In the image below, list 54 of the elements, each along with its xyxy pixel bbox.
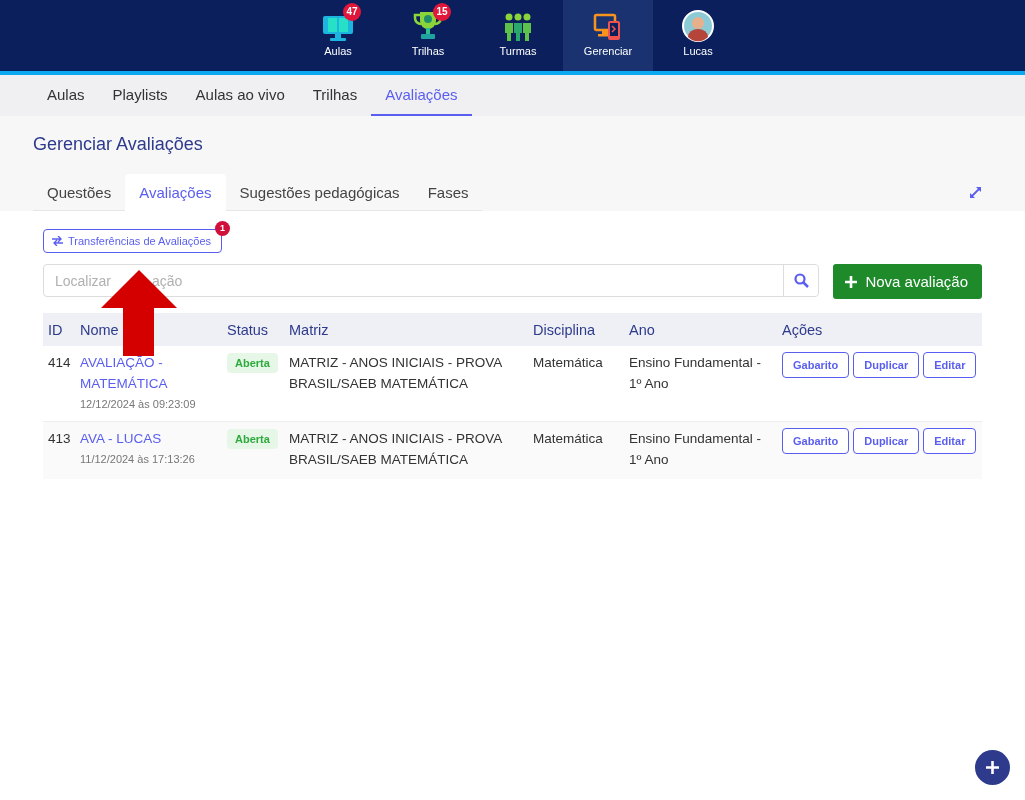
column-header: Matriz — [284, 313, 528, 346]
nav-tab[interactable]: Aulas ao vivo — [181, 75, 299, 116]
new-evaluation-button[interactable]: Nova avaliação — [833, 264, 982, 299]
column-header: ID — [43, 313, 75, 346]
nav-tab[interactable]: Aulas — [33, 75, 99, 116]
created-date: 12/12/2024 às 09:23:09 — [80, 397, 197, 412]
placeholder-text: Localizar — [55, 272, 112, 289]
placeholder-text: ação — [152, 272, 183, 289]
tab[interactable]: Avaliações — [125, 174, 226, 211]
nav-item[interactable]: Gerenciar — [563, 0, 653, 71]
swap-icon — [52, 236, 63, 246]
column-header: Ações — [777, 313, 982, 346]
nav-tab[interactable]: Trilhas — [298, 75, 372, 116]
action-button[interactable]: Gabarito — [782, 428, 850, 454]
subject-cell: Matemática — [528, 346, 624, 422]
action-button[interactable]: Editar — [923, 428, 977, 454]
subject-cell: Matemática — [528, 421, 624, 479]
nav-item[interactable]: Turmas — [473, 0, 563, 71]
action-button[interactable]: Duplicar — [853, 428, 920, 454]
count-badge: 15 — [433, 3, 451, 21]
grade-cell: Ensino Fundamental - 1º Ano — [624, 421, 777, 479]
matrix-cell: MATRIZ - ANOS INICIAIS - PROVA BRASIL/SAEB MATEMÁTICA — [284, 346, 528, 422]
evaluation-link[interactable]: AVA - LUCAS — [80, 428, 217, 449]
grade-cell: Ensino Fundamental - 1º Ano — [624, 346, 777, 422]
tab[interactable]: Sugestões pedagógicas — [225, 174, 414, 211]
count-badge: 47 — [343, 3, 361, 21]
nav-item[interactable]: Trilhas 15 — [383, 0, 473, 71]
action-button[interactable]: Gabarito — [782, 352, 850, 378]
avatar-icon — [682, 10, 714, 42]
column-header: Ano — [624, 313, 777, 346]
count-badge: 1 — [215, 221, 231, 236]
plus-icon — [986, 761, 999, 774]
id-cell: 414 — [43, 346, 75, 422]
search-icon — [793, 273, 809, 288]
plus-icon — [845, 275, 858, 288]
nav-tab[interactable]: Playlists — [98, 75, 182, 116]
status-badge: Aberta — [227, 429, 278, 449]
tab[interactable]: Fases — [413, 174, 483, 211]
column-header: Disciplina — [528, 313, 624, 346]
matrix-cell: MATRIZ - ANOS INICIAIS - PROVA BRASIL/SAEB MATEMÁTICA — [284, 421, 528, 479]
expand-icon[interactable] — [969, 185, 982, 199]
status-badge: Aberta — [227, 353, 278, 373]
add-button[interactable] — [975, 750, 1010, 785]
devices-icon — [593, 12, 623, 42]
page-title: Gerenciar Avaliações — [33, 134, 204, 155]
action-button[interactable]: Duplicar — [853, 352, 920, 378]
column-header: Status — [222, 313, 284, 346]
people-icon — [503, 12, 533, 42]
evaluation-link[interactable]: AVALIAÇÃO - MATEMÁTICA — [80, 352, 217, 394]
nav-item[interactable]: Aulas 47 — [293, 0, 383, 71]
id-cell: 413 — [43, 421, 75, 479]
action-button[interactable]: Editar — [923, 352, 977, 378]
created-date: 11/12/2024 às 17:13:26 — [80, 452, 196, 467]
nav-item[interactable]: Lucas — [653, 0, 743, 71]
